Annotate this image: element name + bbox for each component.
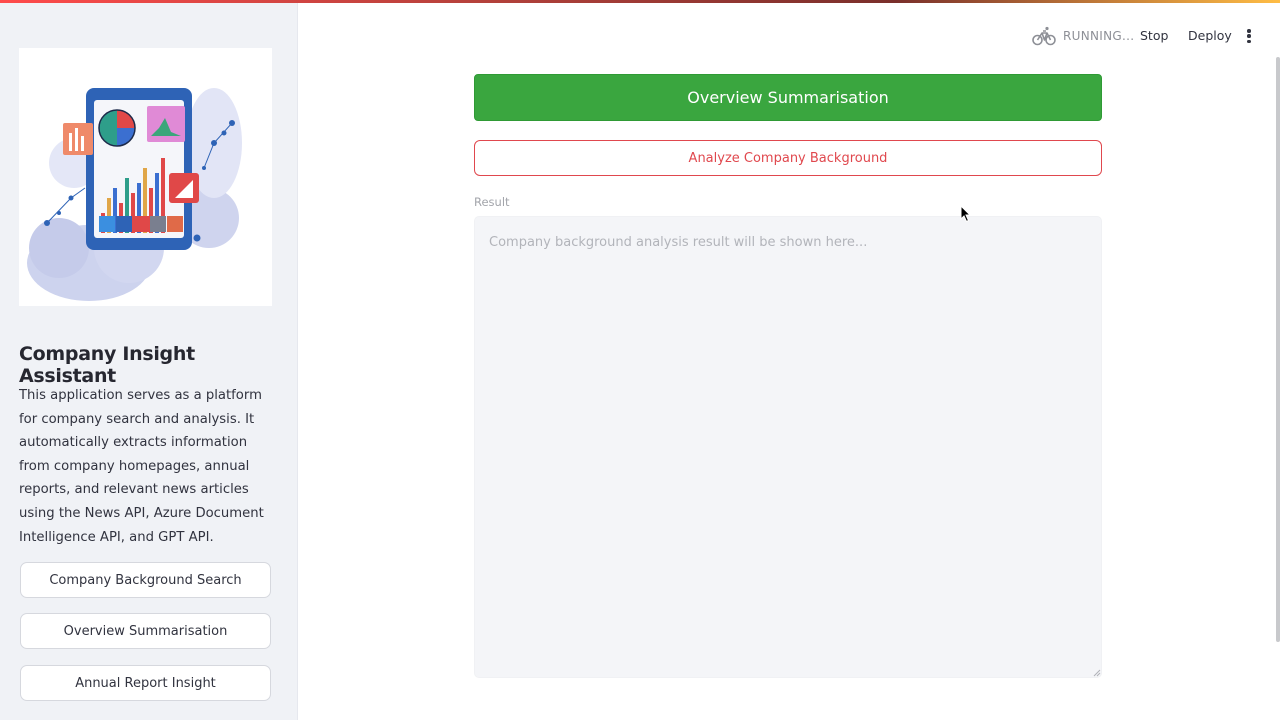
- resize-grip-icon[interactable]: [1093, 669, 1101, 677]
- page-scrollbar[interactable]: [1276, 57, 1280, 642]
- sidebar-description: This application serves as a platform fo…: [19, 388, 264, 545]
- sidebar: Company Insight Assistant This applicati…: [0, 3, 298, 720]
- running-bicycle-icon: [1032, 26, 1056, 46]
- result-label: Result: [474, 195, 510, 209]
- running-status: RUNNING...: [1032, 24, 1134, 48]
- sidebar-title: Company Insight Assistant: [19, 343, 195, 387]
- annual-report-insight-button[interactable]: Annual Report Insight: [20, 665, 271, 701]
- mouse-cursor-icon: [960, 205, 972, 223]
- overview-summarisation-button[interactable]: Overview Summarisation: [474, 74, 1102, 121]
- running-status-text: RUNNING...: [1063, 29, 1135, 43]
- company-background-search-button[interactable]: Company Background Search: [20, 562, 271, 598]
- analytics-illustration: [19, 48, 272, 306]
- stop-button[interactable]: Stop: [1140, 28, 1168, 43]
- deploy-button[interactable]: Deploy: [1188, 28, 1232, 43]
- kebab-menu-icon[interactable]: [1244, 27, 1254, 45]
- overview-summarisation-sidebar-button[interactable]: Overview Summarisation: [20, 613, 271, 649]
- result-textarea[interactable]: [474, 216, 1102, 678]
- analyze-company-background-button[interactable]: Analyze Company Background: [474, 140, 1102, 176]
